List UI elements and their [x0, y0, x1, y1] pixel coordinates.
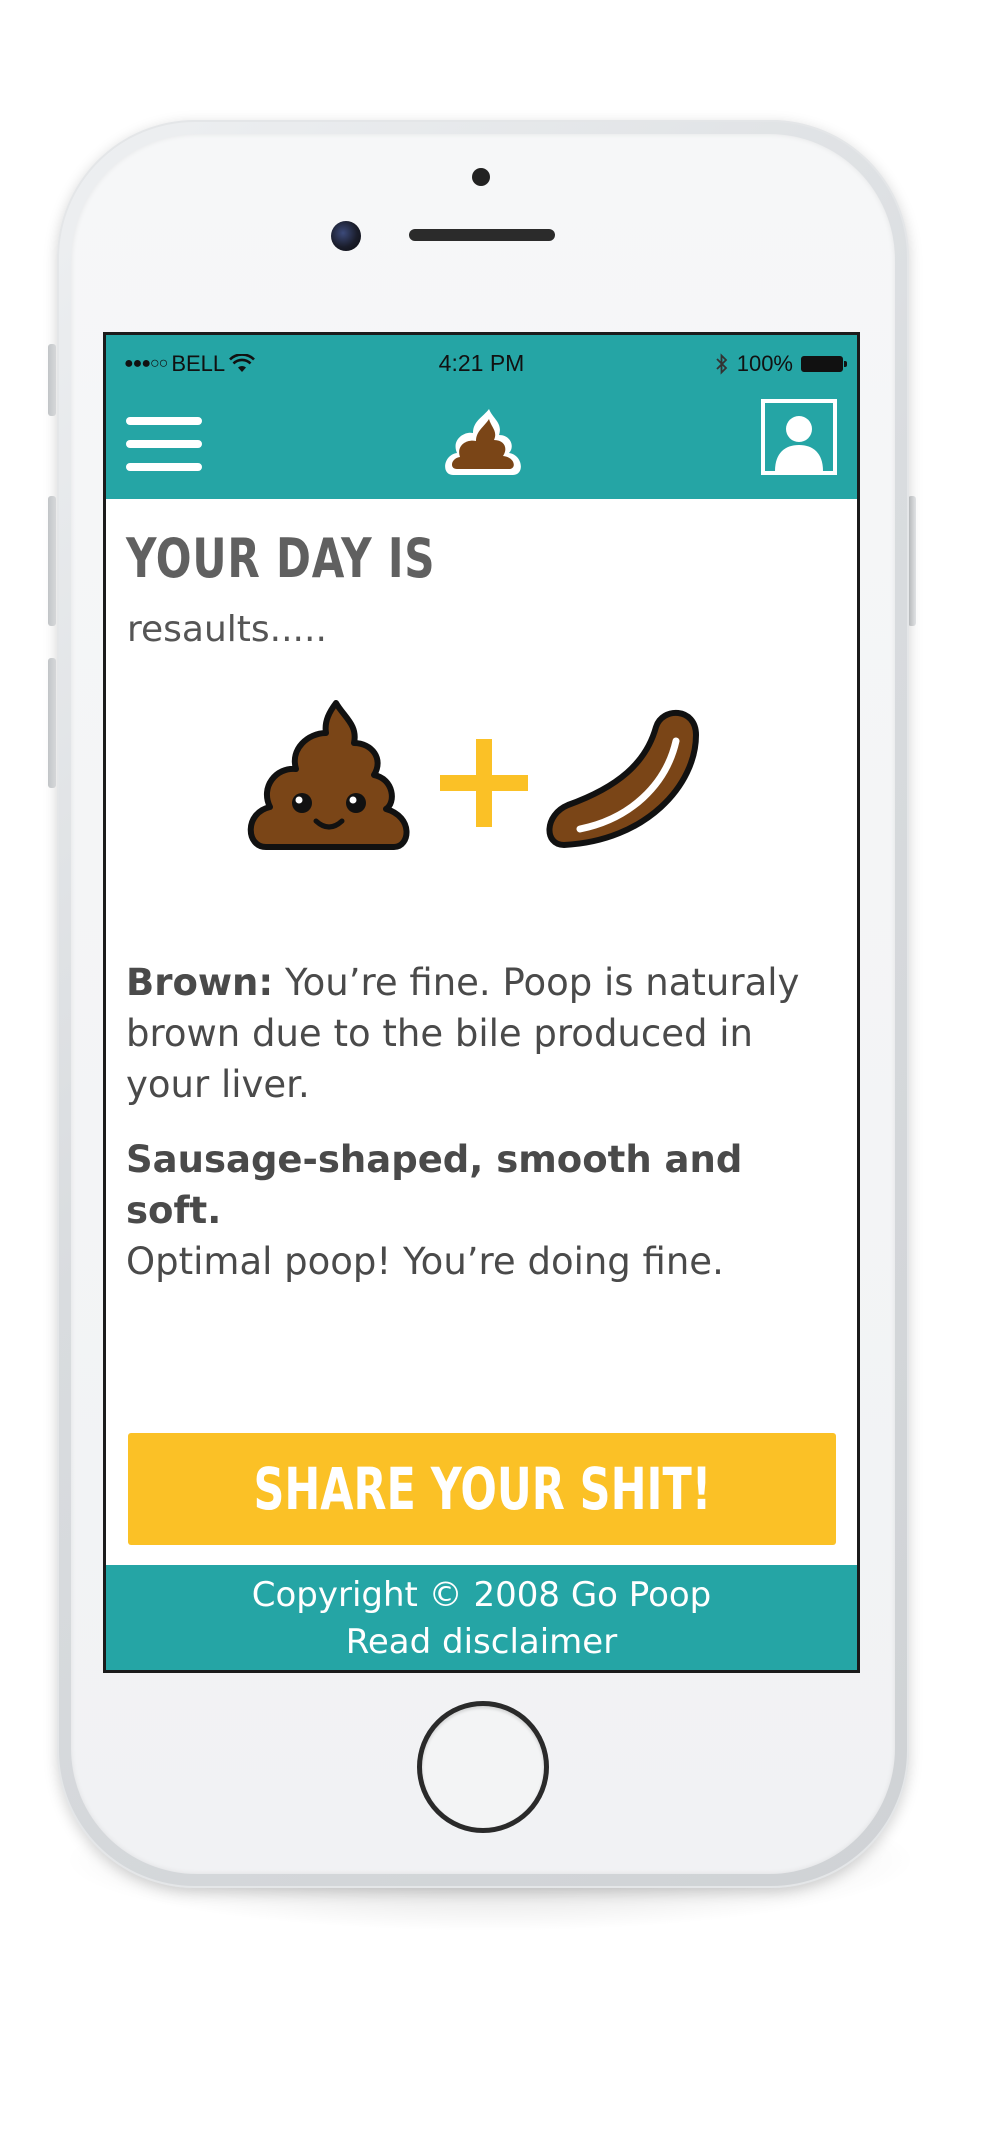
result-icons: [106, 699, 857, 859]
volume-up-button: [48, 496, 56, 626]
copyright-text: Copyright © 2008 Go Poop: [251, 1575, 712, 1615]
smiling-poop-icon: [247, 700, 410, 850]
proximity-sensor: [472, 168, 490, 186]
poop-logo-icon[interactable]: [443, 403, 525, 479]
power-button: [908, 496, 916, 626]
home-button[interactable]: [417, 1701, 549, 1833]
page-subtitle: resaults.....: [127, 609, 327, 650]
mute-switch: [48, 344, 56, 416]
page-title: YOUR DAY IS: [126, 527, 436, 590]
battery-percent: 100%: [736, 351, 793, 376]
share-button-label: SHARE YOUR SHIT!: [253, 1455, 711, 1523]
footer: Copyright © 2008 Go Poop Read disclaimer: [106, 1565, 857, 1670]
share-button[interactable]: SHARE YOUR SHIT!: [128, 1433, 836, 1545]
sausage-poop-icon: [546, 710, 699, 848]
results-content: YOUR DAY IS resaults..... Brown: You’re …: [106, 499, 857, 1565]
app-screen: ●●●○○ BELL 4:21 PM 100% YOUR DAY IS resa…: [103, 332, 860, 1673]
bluetooth-icon: [716, 353, 727, 375]
volume-down-button: [48, 658, 56, 788]
plus-icon: [440, 739, 528, 827]
earpiece-speaker: [409, 229, 555, 241]
hamburger-menu-icon[interactable]: [126, 415, 202, 473]
color-result-label: Brown:: [126, 961, 274, 1004]
status-right: 100%: [715, 351, 847, 377]
shape-result-text: Sausage-shaped, smooth and soft. Optimal …: [126, 1134, 846, 1287]
user-profile-icon[interactable]: [761, 399, 837, 475]
shape-result-description: Optimal poop! You’re doing fine.: [126, 1240, 724, 1283]
battery-icon: [801, 356, 847, 372]
nav-bar: [106, 391, 857, 499]
disclaimer-link[interactable]: Read disclaimer: [106, 1622, 857, 1662]
status-bar: ●●●○○ BELL 4:21 PM 100%: [106, 335, 857, 391]
color-result-text: Brown: You’re fine. Poop is naturaly bro…: [126, 957, 846, 1110]
shape-result-label: Sausage-shaped, smooth and soft.: [126, 1138, 743, 1232]
front-camera: [331, 221, 361, 251]
